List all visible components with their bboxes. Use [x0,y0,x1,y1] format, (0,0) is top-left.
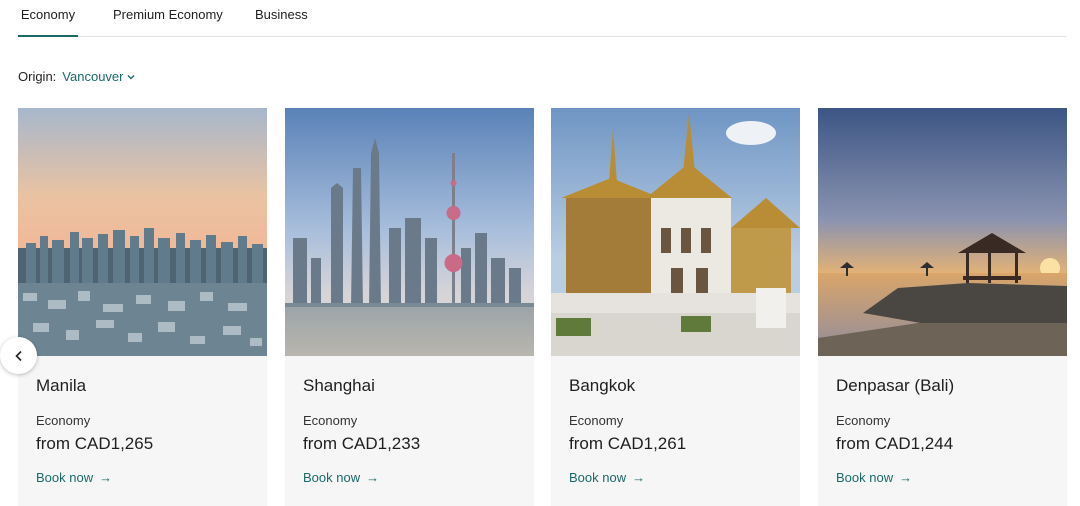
arrow-right-icon: → [366,470,380,485]
book-now-label: Book now [36,470,94,485]
origin-value: Vancouver [62,69,124,84]
destination-city: Bangkok [569,376,636,395]
cabin-class: Economy [569,413,624,428]
book-now-link[interactable]: Book now → [569,470,645,485]
book-now-label: Book now [569,470,627,485]
chevron-left-icon [14,350,22,361]
destination-city: Manila [36,376,87,395]
origin-selector: Origin: Vancouver [18,69,135,84]
arrow-right-icon: → [899,470,913,485]
carousel-prev-button[interactable] [0,337,37,374]
fare-price: from CAD1,233 [303,434,421,453]
destination-card-shanghai[interactable]: Shanghai Economy from CAD1,233 Book now … [285,108,534,506]
origin-dropdown[interactable]: Vancouver [62,69,135,84]
book-now-link[interactable]: Book now → [836,470,912,485]
destination-photo-bangkok [551,108,800,356]
book-now-link[interactable]: Book now → [36,470,112,485]
cabin-class: Economy [36,413,91,428]
fare-price: from CAD1,261 [569,434,687,453]
destination-city: Shanghai [303,376,375,395]
tab-premium-economy[interactable]: Premium Economy [113,7,223,37]
destination-photo-shanghai [285,108,534,356]
destination-city: Denpasar (Bali) [836,376,955,395]
origin-label: Origin: [18,69,57,84]
book-now-label: Book now [303,470,361,485]
destination-card-bangkok[interactable]: Bangkok Economy from CAD1,261 Book now → [551,108,800,506]
arrow-right-icon: → [99,470,113,485]
destination-photo-denpasar [818,108,1067,356]
destination-photo-manila [18,108,267,356]
book-now-link[interactable]: Book now → [303,470,379,485]
arrow-right-icon: → [632,470,646,485]
destination-card-manila[interactable]: Manila Economy from CAD1,265 Book now → [18,108,267,506]
tab-business[interactable]: Business [255,7,308,37]
cabin-class: Economy [836,413,891,428]
destination-card-denpasar[interactable]: Denpasar (Bali) Economy from CAD1,244 Bo… [818,108,1067,506]
tab-economy[interactable]: Economy [18,7,78,37]
cabin-class: Economy [303,413,358,428]
book-now-label: Book now [836,470,894,485]
fare-price: from CAD1,265 [36,434,154,453]
cabin-tabs: Economy Premium Economy Business [18,0,1066,37]
fare-price: from CAD1,244 [836,434,954,453]
chevron-down-icon [127,74,135,79]
